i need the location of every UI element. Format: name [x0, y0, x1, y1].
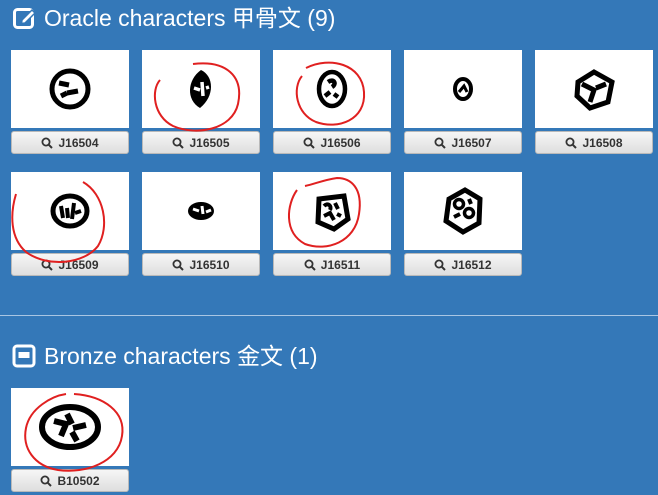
- glyph-id-label: J16510: [189, 257, 230, 272]
- view-glyph-button[interactable]: J16507: [404, 131, 522, 154]
- glyph-image[interactable]: [11, 50, 129, 128]
- magnifier-icon: [434, 137, 447, 149]
- bronze-title-text: Bronze characters 金文 (1): [44, 343, 318, 369]
- magnifier-icon: [40, 475, 53, 487]
- glyph-card: J16512: [404, 172, 522, 276]
- glyph-card: J16506: [273, 50, 391, 154]
- glyph-id-label: J16512: [451, 257, 492, 272]
- view-glyph-button[interactable]: J16511: [273, 253, 391, 276]
- glyph-card: J16505: [142, 50, 260, 154]
- glyph-image[interactable]: [535, 50, 653, 128]
- glyph-image[interactable]: [404, 172, 522, 250]
- glyph-card: B10502: [11, 388, 129, 492]
- magnifier-icon: [565, 137, 578, 149]
- view-glyph-button[interactable]: B10502: [11, 469, 129, 492]
- glyph-image[interactable]: [273, 50, 391, 128]
- view-glyph-button[interactable]: J16509: [11, 253, 129, 276]
- glyph-card: J16507: [404, 50, 522, 154]
- glyph-image[interactable]: [11, 172, 129, 250]
- glyph-card: J16508: [535, 50, 653, 154]
- glyph-id-label: J16505: [189, 135, 230, 150]
- glyph-card: J16504: [11, 50, 129, 154]
- glyph-id-label: J16509: [58, 257, 99, 272]
- view-glyph-button[interactable]: J16505: [142, 131, 260, 154]
- view-glyph-button[interactable]: J16504: [11, 131, 129, 154]
- magnifier-icon: [41, 137, 54, 149]
- glyph-image[interactable]: [273, 172, 391, 250]
- oracle-section-title: Oracle characters 甲骨文 (9): [12, 4, 335, 32]
- glyph-image[interactable]: [11, 388, 129, 466]
- glyph-image[interactable]: [142, 172, 260, 250]
- glyph-id-label: J16507: [451, 135, 492, 150]
- view-glyph-button[interactable]: J16506: [273, 131, 391, 154]
- view-glyph-button[interactable]: J16510: [142, 253, 260, 276]
- glyph-image[interactable]: [142, 50, 260, 128]
- magnifier-icon: [304, 259, 316, 271]
- oracle-title-text: Oracle characters 甲骨文 (9): [44, 5, 336, 31]
- bronze-section-title: Bronze characters 金文 (1): [12, 342, 318, 370]
- glyph-card: J16509: [11, 172, 129, 276]
- magnifier-icon: [41, 259, 54, 271]
- magnifier-icon: [172, 259, 185, 271]
- glyph-card: J16511: [273, 172, 391, 276]
- magnifier-icon: [434, 259, 447, 271]
- glyph-card: J16510: [142, 172, 260, 276]
- glyph-id-label: B10502: [57, 473, 100, 488]
- glyph-id-label: J16508: [582, 135, 623, 150]
- glyph-id-label: J16504: [58, 135, 99, 150]
- view-glyph-button[interactable]: J16512: [404, 253, 522, 276]
- glyph-id-label: J16511: [320, 257, 361, 272]
- window-square-icon: [12, 344, 36, 368]
- glyph-id-label: J16506: [320, 135, 361, 150]
- view-glyph-button[interactable]: J16508: [535, 131, 653, 154]
- edit-square-icon: [12, 6, 37, 30]
- magnifier-icon: [172, 137, 185, 149]
- magnifier-icon: [303, 137, 316, 149]
- section-divider: [0, 315, 658, 316]
- glyph-image[interactable]: [404, 50, 522, 128]
